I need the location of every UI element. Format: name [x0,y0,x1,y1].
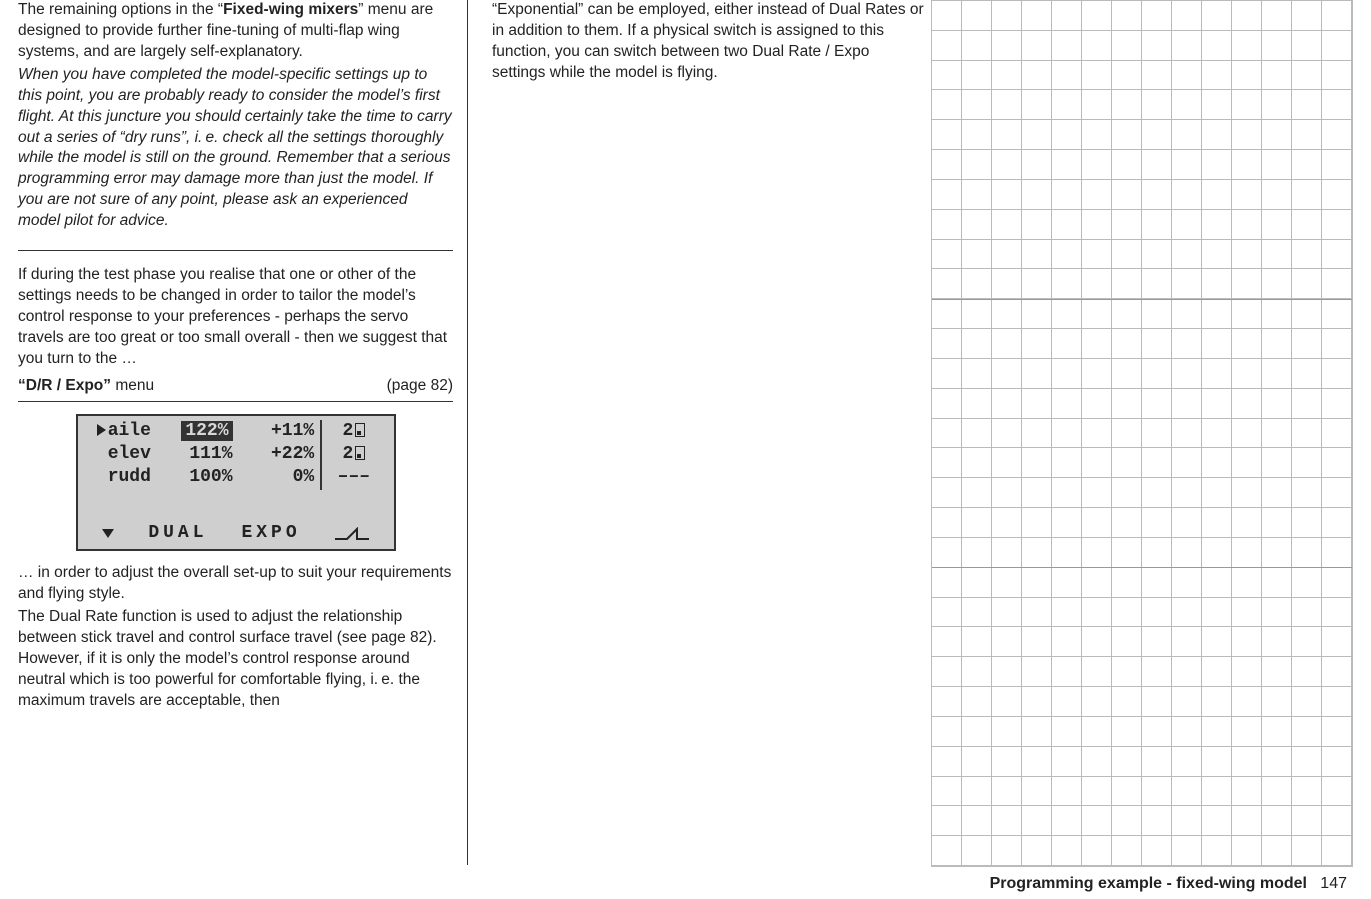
switch-icon [355,446,365,460]
menu-heading: “D/R / Expo” menu [18,376,154,397]
column-3 [955,0,1353,865]
lcd-selected-value: 122% [181,421,232,441]
switch-icon [355,423,365,437]
column-2: “Exponential” can be employed, either in… [486,0,937,865]
paragraph: The remaining options in the “Fixed-wing… [18,0,453,63]
footer-title: Programming example - fixed-wing model [990,875,1307,892]
lcd-row: rudd 100% 0% ––– [86,466,386,489]
pointer-right-icon [97,421,108,441]
notes-grid [931,0,1353,867]
horizontal-rule [18,250,453,251]
menu-heading-row: “D/R / Expo” menu (page 82) [18,376,453,402]
menu-page-ref: (page 82) [387,376,453,397]
menu-name-bold: Fixed-wing mixers [223,1,358,18]
paragraph: … in order to adjust the overall set-up … [18,563,453,605]
lcd-footer: DUAL EXPO [86,518,386,545]
lcd-screen: aile 122% +11% 2 elev 111% +22% 2 rudd 1… [76,414,396,552]
paragraph: If during the test phase you realise tha… [18,265,453,370]
column-1: The remaining options in the “Fixed-wing… [18,0,468,865]
paragraph: “Exponential” can be employed, either in… [492,0,927,84]
page-number: 147 [1320,875,1347,892]
lcd-row: elev 111% +22% 2 [86,443,386,466]
paragraph-italic: When you have completed the model-specif… [18,65,453,232]
page-footer: Programming example - fixed-wing model 1… [990,873,1347,895]
switch-line-icon [335,527,369,541]
paragraph: The Dual Rate function is used to adjust… [18,607,453,712]
lcd-row: aile 122% +11% 2 [86,420,386,443]
pointer-down-icon [102,529,114,538]
